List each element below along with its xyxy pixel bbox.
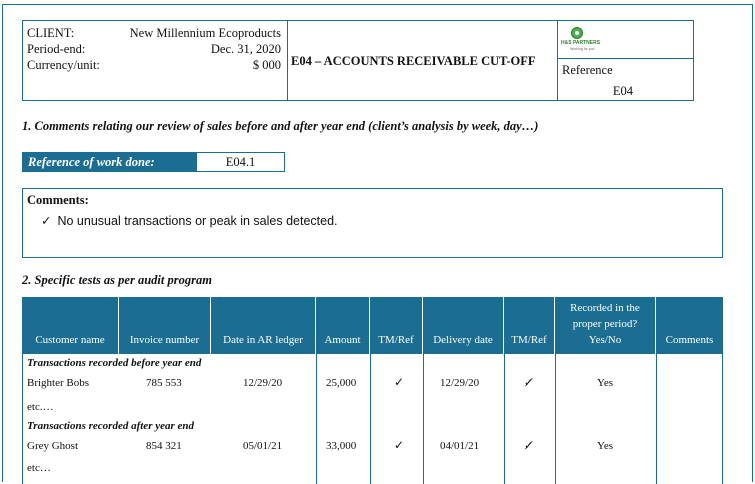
work-done-reference: Reference of work done: E04.1 <box>22 152 285 172</box>
row1-date: 12/29/20 <box>243 377 283 389</box>
logo-icon <box>571 27 583 39</box>
comment-text: No unusual transactions or peak in sales… <box>57 214 338 228</box>
group-before-year-end: Transactions recorded before year end <box>27 357 202 369</box>
row2-recorded: Yes <box>597 440 614 452</box>
document-title: E04 – ACCOUNTS RECEIVABLE CUT-OFF <box>291 54 536 68</box>
period-label: Period-end: <box>27 42 86 56</box>
col-tm-ref-2: TM/Ref <box>504 297 555 354</box>
client-info: CLIENT: New Millennium Ecoproducts Perio… <box>23 21 287 100</box>
section1-heading: 1. Comments relating our review of sales… <box>22 119 539 133</box>
row2-date: 05/01/21 <box>243 440 283 452</box>
col-delivery-date: Delivery date <box>423 297 504 354</box>
col-comments: Comments <box>665 334 714 346</box>
group-after-year-end: Transactions recorded after year end <box>27 420 195 432</box>
comments-box: Comments: ✓ No unusual transactions or pe… <box>22 188 723 258</box>
comment-item: ✓ No unusual transactions or peak in sale… <box>41 213 338 228</box>
row1-amount: 25,000 <box>326 377 357 389</box>
col-date-ar-ledger: Date in AR ledger <box>211 297 316 354</box>
currency-value: $ 000 <box>252 58 281 72</box>
col-recorded-proper-period: Recorded in the proper period? Yes/No <box>555 297 656 354</box>
logo-text: H&S PARTNERS <box>561 40 601 46</box>
row1-recorded: Yes <box>597 377 614 389</box>
client-value: New Millennium Ecoproducts <box>129 26 281 40</box>
col-invoice-number: Invoice number <box>119 297 211 354</box>
client-label: CLIENT: <box>27 26 75 40</box>
col-amount: Amount <box>316 297 370 354</box>
logo-tagline: Working for you <box>570 47 595 51</box>
row1-tm-crossed-check-icon: ✓̸ <box>524 376 534 389</box>
table-body <box>22 354 723 484</box>
etc-after: etc… <box>27 462 51 474</box>
col-tm-ref-1: TM/Ref <box>370 297 423 354</box>
work-done-label: Reference of work done: <box>23 153 197 171</box>
table-header: Customer name Invoice number Date in AR … <box>22 297 723 354</box>
row1-invoice: 785 553 <box>146 377 182 389</box>
row1-tm-check-icon: ✓ <box>394 375 405 389</box>
row2-delivery: 04/01/21 <box>440 440 480 452</box>
row2-tm-crossed-check-icon: ✓̸ <box>524 439 534 452</box>
currency-label: Currency/unit: <box>27 58 100 72</box>
etc-before: etc.… <box>27 401 54 413</box>
title-cell: E04 – ACCOUNTS RECEIVABLE CUT-OFF <box>287 21 557 100</box>
firm-logo: H&S PARTNERS Working for you <box>558 21 693 59</box>
row2-customer: Grey Ghost <box>27 440 79 452</box>
reference-value: E04 <box>612 84 633 98</box>
check-icon: ✓ <box>41 213 52 228</box>
reference-label: Reference <box>562 63 613 77</box>
period-value: Dec. 31, 2020 <box>210 42 281 56</box>
row2-amount: 33,000 <box>326 440 357 452</box>
document-header: CLIENT: New Millennium Ecoproducts Perio… <box>22 20 694 101</box>
comments-title: Comments: <box>27 193 89 207</box>
row2-invoice: 854 321 <box>146 440 182 452</box>
col-customer-name: Customer name <box>22 297 119 354</box>
section2-heading: 2. Specific tests as per audit program <box>22 273 212 287</box>
reference-cell: H&S PARTNERS Working for you Reference E… <box>557 21 693 100</box>
row1-customer: Brighter Bobs <box>27 377 90 389</box>
row2-tm-check-icon: ✓ <box>394 438 405 452</box>
work-done-value: E04.1 <box>225 155 256 169</box>
row1-delivery: 12/29/20 <box>440 377 480 389</box>
